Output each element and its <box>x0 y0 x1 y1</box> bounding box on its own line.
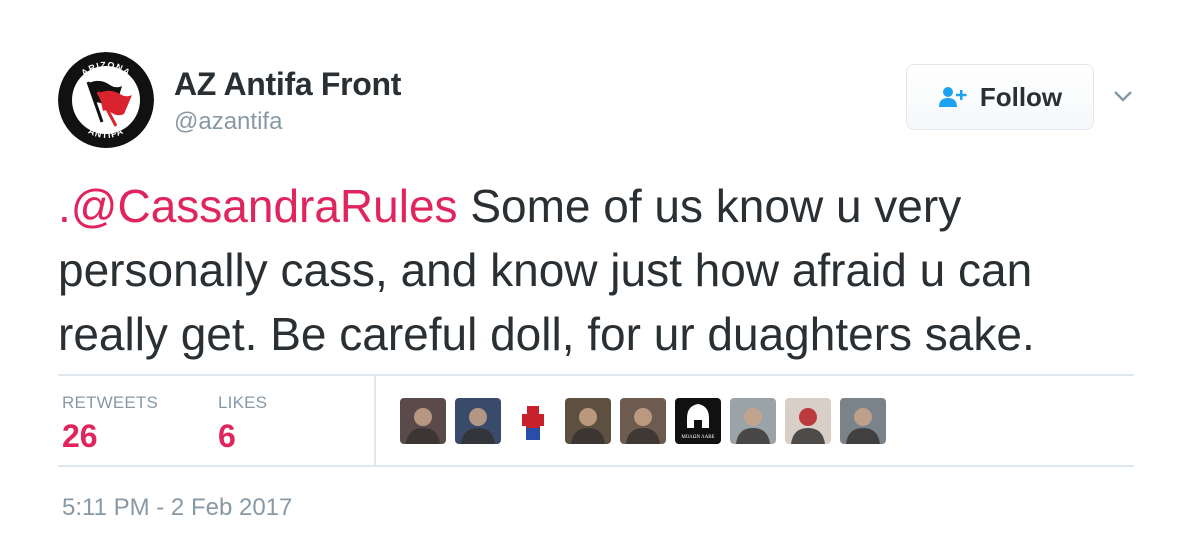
retweets-label[interactable]: RETWEETS <box>62 393 158 413</box>
follow-button-label: Follow <box>979 81 1063 112</box>
liker-avatar-1[interactable] <box>400 398 446 444</box>
retweets-count[interactable]: 26 <box>62 418 98 455</box>
tweet-timestamp[interactable]: 5:11 PM - 2 Feb 2017 <box>62 494 292 522</box>
mention-link[interactable]: .@CassandraRules <box>58 180 458 232</box>
author-display-name[interactable]: AZ Antifa Front <box>174 66 401 103</box>
stats-divider-bottom <box>58 465 1134 467</box>
liker-avatar-7[interactable] <box>730 398 776 444</box>
liker-avatar-6[interactable]: ΜΟΛΩΝ ΛΑΒΕ <box>675 398 721 444</box>
likes-count[interactable]: 6 <box>218 418 236 455</box>
liker-avatar-9[interactable] <box>840 398 886 444</box>
liker-avatars: ΜΟΛΩΝ ΛΑΒΕ <box>400 398 886 444</box>
liker-avatar-5[interactable] <box>620 398 666 444</box>
author-avatar[interactable]: ARIZONA ANTIFA <box>58 52 154 148</box>
follow-button[interactable]: Follow <box>906 64 1094 130</box>
liker-avatar-4[interactable] <box>565 398 611 444</box>
author-handle[interactable]: @azantifa <box>174 108 282 136</box>
chevron-down-icon <box>1114 91 1132 102</box>
antifa-flags-logo-icon: ARIZONA ANTIFA <box>58 52 154 148</box>
more-options-caret[interactable] <box>1112 88 1134 104</box>
add-user-icon <box>938 85 970 109</box>
liker-avatar-text: ΜΟΛΩΝ ΛΑΒΕ <box>681 435 714 440</box>
likes-label[interactable]: LIKES <box>218 393 267 413</box>
liker-avatar-2[interactable] <box>455 398 501 444</box>
stats-divider-top <box>58 374 1134 376</box>
liker-avatar-8[interactable] <box>785 398 831 444</box>
tweet-line-1: .@CassandraRules Some of us know u very <box>58 174 1158 238</box>
stats-divider-vertical <box>374 376 376 465</box>
tweet-line-1-text: Some of us know u very <box>457 180 962 232</box>
tweet-line-3: really get. Be careful doll, for ur duag… <box>58 308 1035 360</box>
tweet-text: .@CassandraRules Some of us know u very … <box>58 174 1158 366</box>
liker-avatar-3[interactable] <box>510 398 556 444</box>
tweet-line-2: personally cass, and know just how afrai… <box>58 244 1033 296</box>
